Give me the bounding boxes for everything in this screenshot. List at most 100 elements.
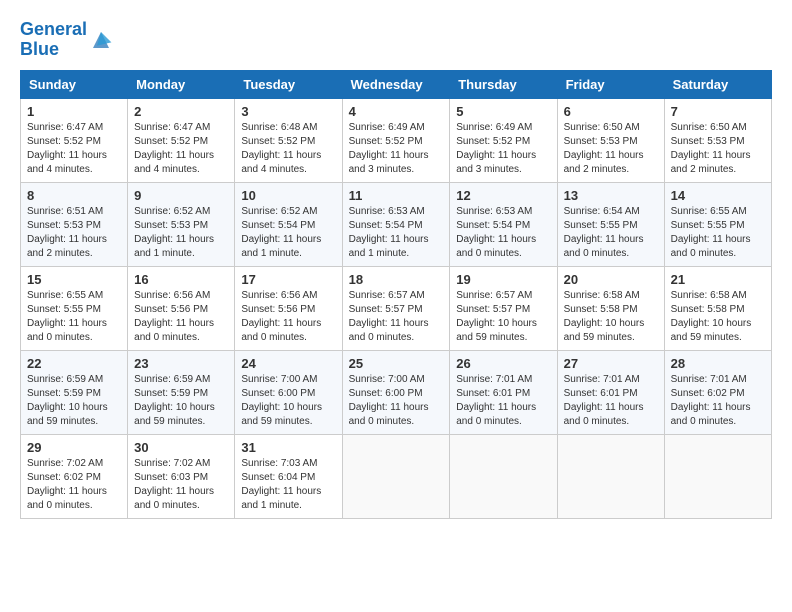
day-info: Sunrise: 6:55 AM Sunset: 5:55 PM Dayligh… [27, 289, 121, 345]
calendar-day-cell: 25 Sunrise: 7:00 AM Sunset: 6:00 PM Dayl… [342, 350, 450, 434]
day-number: 28 [671, 356, 765, 371]
weekday-header: Thursday [450, 70, 557, 98]
calendar-day-cell: 10 Sunrise: 6:52 AM Sunset: 5:54 PM Dayl… [235, 182, 342, 266]
day-number: 29 [27, 440, 121, 455]
calendar-day-cell [450, 434, 557, 518]
calendar-table: SundayMondayTuesdayWednesdayThursdayFrid… [20, 70, 772, 519]
day-number: 22 [27, 356, 121, 371]
calendar-week-row: 29 Sunrise: 7:02 AM Sunset: 6:02 PM Dayl… [21, 434, 772, 518]
calendar-day-cell: 6 Sunrise: 6:50 AM Sunset: 5:53 PM Dayli… [557, 98, 664, 182]
day-number: 17 [241, 272, 335, 287]
day-info: Sunrise: 6:53 AM Sunset: 5:54 PM Dayligh… [349, 205, 444, 261]
day-number: 20 [564, 272, 658, 287]
calendar-day-cell: 21 Sunrise: 6:58 AM Sunset: 5:58 PM Dayl… [664, 266, 771, 350]
day-number: 3 [241, 104, 335, 119]
calendar-day-cell: 8 Sunrise: 6:51 AM Sunset: 5:53 PM Dayli… [21, 182, 128, 266]
calendar-day-cell [557, 434, 664, 518]
day-info: Sunrise: 6:48 AM Sunset: 5:52 PM Dayligh… [241, 121, 335, 177]
day-number: 13 [564, 188, 658, 203]
day-info: Sunrise: 6:59 AM Sunset: 5:59 PM Dayligh… [27, 373, 121, 429]
calendar-day-cell: 29 Sunrise: 7:02 AM Sunset: 6:02 PM Dayl… [21, 434, 128, 518]
calendar-day-cell: 20 Sunrise: 6:58 AM Sunset: 5:58 PM Dayl… [557, 266, 664, 350]
calendar-day-cell: 18 Sunrise: 6:57 AM Sunset: 5:57 PM Dayl… [342, 266, 450, 350]
day-info: Sunrise: 6:49 AM Sunset: 5:52 PM Dayligh… [349, 121, 444, 177]
day-number: 23 [134, 356, 228, 371]
calendar-header-row: SundayMondayTuesdayWednesdayThursdayFrid… [21, 70, 772, 98]
weekday-header: Saturday [664, 70, 771, 98]
calendar-day-cell: 24 Sunrise: 7:00 AM Sunset: 6:00 PM Dayl… [235, 350, 342, 434]
logo: GeneralBlue [20, 20, 113, 60]
calendar-day-cell: 2 Sunrise: 6:47 AM Sunset: 5:52 PM Dayli… [128, 98, 235, 182]
day-number: 4 [349, 104, 444, 119]
calendar-day-cell: 28 Sunrise: 7:01 AM Sunset: 6:02 PM Dayl… [664, 350, 771, 434]
calendar-day-cell: 4 Sunrise: 6:49 AM Sunset: 5:52 PM Dayli… [342, 98, 450, 182]
day-info: Sunrise: 6:52 AM Sunset: 5:53 PM Dayligh… [134, 205, 228, 261]
calendar-day-cell: 11 Sunrise: 6:53 AM Sunset: 5:54 PM Dayl… [342, 182, 450, 266]
calendar-day-cell: 7 Sunrise: 6:50 AM Sunset: 5:53 PM Dayli… [664, 98, 771, 182]
day-info: Sunrise: 6:47 AM Sunset: 5:52 PM Dayligh… [134, 121, 228, 177]
calendar-day-cell: 17 Sunrise: 6:56 AM Sunset: 5:56 PM Dayl… [235, 266, 342, 350]
calendar-day-cell: 12 Sunrise: 6:53 AM Sunset: 5:54 PM Dayl… [450, 182, 557, 266]
day-number: 8 [27, 188, 121, 203]
day-number: 24 [241, 356, 335, 371]
day-info: Sunrise: 6:58 AM Sunset: 5:58 PM Dayligh… [671, 289, 765, 345]
page-header: GeneralBlue [20, 20, 772, 60]
day-info: Sunrise: 6:56 AM Sunset: 5:56 PM Dayligh… [134, 289, 228, 345]
calendar-day-cell: 31 Sunrise: 7:03 AM Sunset: 6:04 PM Dayl… [235, 434, 342, 518]
logo-icon [89, 28, 113, 52]
weekday-header: Tuesday [235, 70, 342, 98]
day-number: 27 [564, 356, 658, 371]
calendar-day-cell: 27 Sunrise: 7:01 AM Sunset: 6:01 PM Dayl… [557, 350, 664, 434]
calendar-day-cell [342, 434, 450, 518]
day-info: Sunrise: 7:00 AM Sunset: 6:00 PM Dayligh… [241, 373, 335, 429]
calendar-day-cell: 14 Sunrise: 6:55 AM Sunset: 5:55 PM Dayl… [664, 182, 771, 266]
calendar-day-cell [664, 434, 771, 518]
weekday-header: Friday [557, 70, 664, 98]
day-info: Sunrise: 6:57 AM Sunset: 5:57 PM Dayligh… [349, 289, 444, 345]
day-number: 25 [349, 356, 444, 371]
day-number: 31 [241, 440, 335, 455]
day-info: Sunrise: 6:56 AM Sunset: 5:56 PM Dayligh… [241, 289, 335, 345]
calendar-day-cell: 26 Sunrise: 7:01 AM Sunset: 6:01 PM Dayl… [450, 350, 557, 434]
day-info: Sunrise: 6:47 AM Sunset: 5:52 PM Dayligh… [27, 121, 121, 177]
day-number: 16 [134, 272, 228, 287]
day-number: 10 [241, 188, 335, 203]
day-number: 15 [27, 272, 121, 287]
calendar-week-row: 22 Sunrise: 6:59 AM Sunset: 5:59 PM Dayl… [21, 350, 772, 434]
day-info: Sunrise: 6:55 AM Sunset: 5:55 PM Dayligh… [671, 205, 765, 261]
calendar-day-cell: 30 Sunrise: 7:02 AM Sunset: 6:03 PM Dayl… [128, 434, 235, 518]
day-number: 18 [349, 272, 444, 287]
day-info: Sunrise: 7:03 AM Sunset: 6:04 PM Dayligh… [241, 457, 335, 513]
calendar-day-cell: 19 Sunrise: 6:57 AM Sunset: 5:57 PM Dayl… [450, 266, 557, 350]
day-info: Sunrise: 6:59 AM Sunset: 5:59 PM Dayligh… [134, 373, 228, 429]
calendar-day-cell: 22 Sunrise: 6:59 AM Sunset: 5:59 PM Dayl… [21, 350, 128, 434]
calendar-day-cell: 5 Sunrise: 6:49 AM Sunset: 5:52 PM Dayli… [450, 98, 557, 182]
day-number: 5 [456, 104, 550, 119]
day-number: 11 [349, 188, 444, 203]
calendar-day-cell: 1 Sunrise: 6:47 AM Sunset: 5:52 PM Dayli… [21, 98, 128, 182]
day-info: Sunrise: 6:49 AM Sunset: 5:52 PM Dayligh… [456, 121, 550, 177]
day-info: Sunrise: 6:57 AM Sunset: 5:57 PM Dayligh… [456, 289, 550, 345]
day-info: Sunrise: 7:00 AM Sunset: 6:00 PM Dayligh… [349, 373, 444, 429]
day-info: Sunrise: 7:01 AM Sunset: 6:01 PM Dayligh… [564, 373, 658, 429]
day-info: Sunrise: 6:50 AM Sunset: 5:53 PM Dayligh… [564, 121, 658, 177]
day-info: Sunrise: 7:01 AM Sunset: 6:02 PM Dayligh… [671, 373, 765, 429]
day-info: Sunrise: 6:50 AM Sunset: 5:53 PM Dayligh… [671, 121, 765, 177]
day-number: 12 [456, 188, 550, 203]
day-number: 6 [564, 104, 658, 119]
weekday-header: Wednesday [342, 70, 450, 98]
day-info: Sunrise: 7:02 AM Sunset: 6:02 PM Dayligh… [27, 457, 121, 513]
day-number: 2 [134, 104, 228, 119]
day-number: 9 [134, 188, 228, 203]
calendar-week-row: 8 Sunrise: 6:51 AM Sunset: 5:53 PM Dayli… [21, 182, 772, 266]
calendar-day-cell: 23 Sunrise: 6:59 AM Sunset: 5:59 PM Dayl… [128, 350, 235, 434]
day-number: 30 [134, 440, 228, 455]
day-info: Sunrise: 6:58 AM Sunset: 5:58 PM Dayligh… [564, 289, 658, 345]
calendar-day-cell: 15 Sunrise: 6:55 AM Sunset: 5:55 PM Dayl… [21, 266, 128, 350]
calendar-day-cell: 3 Sunrise: 6:48 AM Sunset: 5:52 PM Dayli… [235, 98, 342, 182]
logo-text: GeneralBlue [20, 20, 87, 60]
day-info: Sunrise: 6:51 AM Sunset: 5:53 PM Dayligh… [27, 205, 121, 261]
weekday-header: Sunday [21, 70, 128, 98]
day-number: 21 [671, 272, 765, 287]
day-info: Sunrise: 6:54 AM Sunset: 5:55 PM Dayligh… [564, 205, 658, 261]
